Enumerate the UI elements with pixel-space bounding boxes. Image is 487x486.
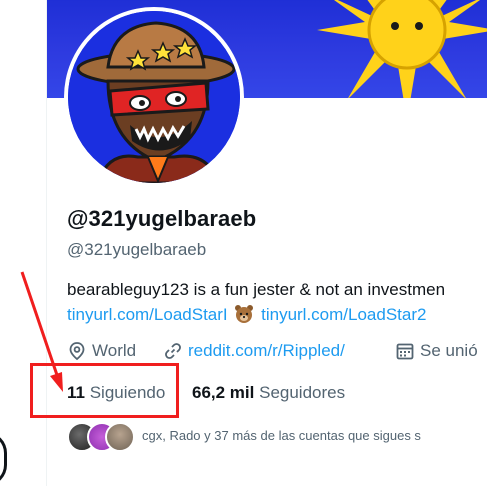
- location-text: World: [92, 341, 137, 360]
- followers-count: 66,2 mil: [192, 383, 255, 402]
- location-pin-icon: [69, 342, 85, 361]
- mutual-followers-text[interactable]: cgx, Rado y 37 más de las cuentas que si…: [142, 428, 421, 443]
- bear-face-icon: [234, 304, 254, 331]
- joined-text: Se unió: [420, 341, 478, 360]
- profile-bio: bearableguy123 is a fun jester & not an …: [67, 277, 487, 331]
- calendar-icon: [396, 343, 414, 360]
- avatar-image: [68, 11, 240, 183]
- profile-meta-row: World reddit.com/r/Rippled/ Se unió: [67, 341, 487, 365]
- bio-link-2[interactable]: tinyurl.com/LoadStar2: [261, 305, 426, 324]
- profile-display-name: @321yugelbaraeb: [67, 206, 257, 231]
- followers-stat[interactable]: 66,2 mil Seguidores: [192, 383, 345, 405]
- profile-handle: @321yugelbaraeb: [67, 240, 207, 259]
- sun-graphic: [317, 0, 487, 98]
- bio-line-2: tinyurl.com/LoadStarI tinyurl.com/LoadSt…: [67, 302, 487, 331]
- mutual-followers-avatars[interactable]: [67, 422, 137, 452]
- joined-item: Se unió: [395, 341, 478, 361]
- location-item: World: [67, 341, 136, 361]
- bio-line-1: bearableguy123 is a fun jester & not an …: [67, 280, 446, 299]
- mutual-avatar: [105, 422, 135, 452]
- website-link[interactable]: reddit.com/r/Rippled/: [188, 341, 345, 361]
- link-icon: [165, 343, 181, 359]
- website-item[interactable]: reddit.com/r/Rippled/: [163, 341, 345, 361]
- followers-label: Seguidores: [259, 383, 346, 402]
- annotation-highlight-box: [30, 363, 179, 418]
- bio-link-1[interactable]: tinyurl.com/LoadStarI: [67, 305, 228, 324]
- profile-avatar[interactable]: [64, 7, 244, 187]
